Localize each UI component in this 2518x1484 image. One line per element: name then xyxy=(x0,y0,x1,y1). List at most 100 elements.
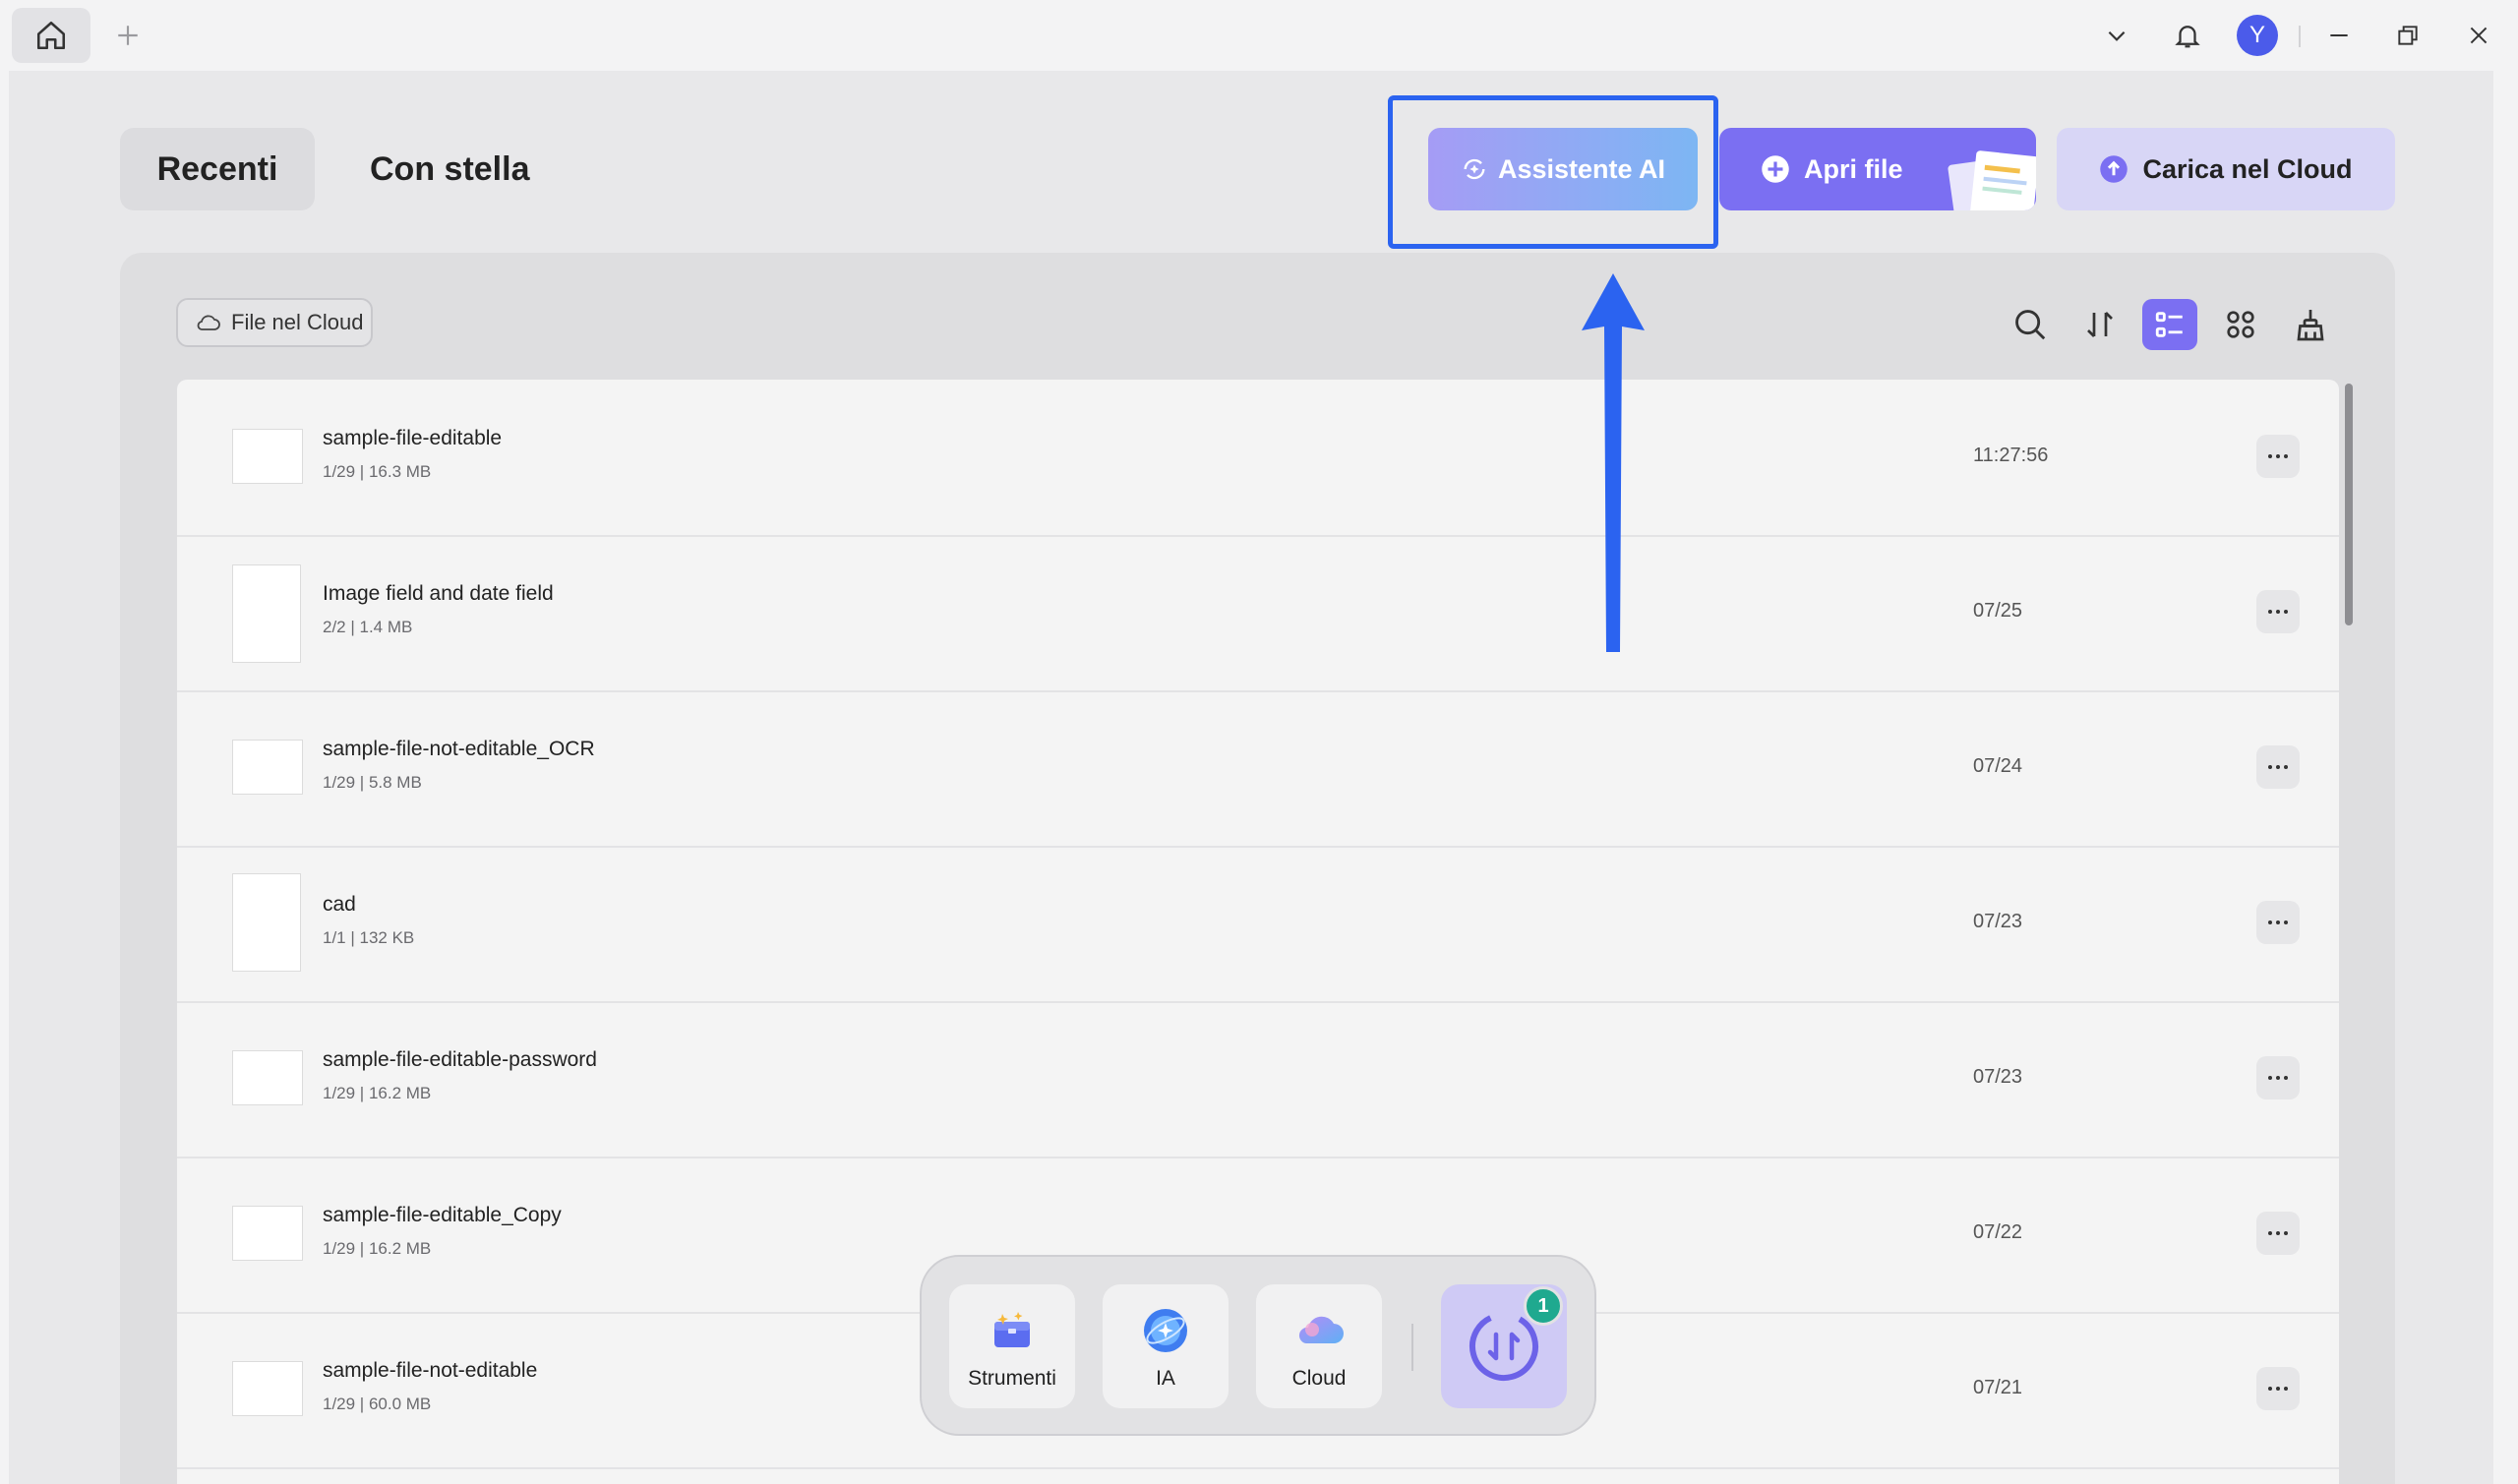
home-icon xyxy=(36,21,66,50)
more-icon xyxy=(2268,1076,2288,1080)
user-avatar[interactable]: Y xyxy=(2237,15,2278,56)
file-name: sample-file-not-editable_OCR xyxy=(323,738,595,760)
open-file-button[interactable]: Apri file xyxy=(1719,128,2036,210)
notifications-button[interactable] xyxy=(2166,14,2209,57)
file-row[interactable]: sample-file-editable-password 1/29 | 16.… xyxy=(177,1001,2339,1158)
dock-tools-button[interactable]: Strumenti xyxy=(949,1284,1075,1408)
more-icon xyxy=(2268,1231,2288,1235)
more-options-button[interactable] xyxy=(2256,435,2300,478)
file-date: 11:27:56 xyxy=(1973,445,2049,466)
dropdown-button[interactable] xyxy=(2095,14,2138,57)
file-thumbnail xyxy=(232,564,301,663)
file-row[interactable]: Image field and date field 2/2 | 1.4 MB … xyxy=(177,535,2339,692)
cloud-color-icon xyxy=(1298,1316,1344,1343)
file-thumbnail xyxy=(232,740,303,795)
more-options-button[interactable] xyxy=(2256,901,2300,944)
search-button[interactable] xyxy=(2003,299,2058,350)
file-date: 07/23 xyxy=(1973,911,2023,932)
more-icon xyxy=(2268,1387,2288,1391)
sort-button[interactable] xyxy=(2072,299,2128,350)
tab-starred[interactable]: Con stella xyxy=(340,128,559,210)
grid-view-icon xyxy=(2227,311,2254,338)
ai-orb-icon xyxy=(1144,1309,1187,1352)
window-border-left xyxy=(0,71,9,1484)
tab-recent[interactable]: Recenti xyxy=(120,128,315,210)
more-options-button[interactable] xyxy=(2256,1367,2300,1410)
file-date: 07/24 xyxy=(1973,755,2023,777)
documents-illustration-icon xyxy=(1948,150,2036,210)
bottom-dock: Strumenti IA Cloud 1 xyxy=(920,1255,1596,1436)
more-icon xyxy=(2268,610,2288,614)
file-thumbnail xyxy=(232,1206,303,1261)
close-button[interactable] xyxy=(2457,14,2500,57)
file-date: 07/23 xyxy=(1973,1066,2023,1088)
file-thumbnail xyxy=(232,873,301,972)
more-options-button[interactable] xyxy=(2256,590,2300,633)
minimize-button[interactable] xyxy=(2317,14,2361,57)
annotation-arrow xyxy=(1582,273,1645,652)
list-view-icon xyxy=(2155,312,2183,337)
file-date: 07/21 xyxy=(1973,1377,2023,1398)
file-name: sample-file-not-editable xyxy=(323,1359,538,1382)
file-date: 07/25 xyxy=(1973,600,2023,622)
highlight-annotation xyxy=(1388,95,1718,249)
more-options-button[interactable] xyxy=(2256,1056,2300,1099)
more-icon xyxy=(2268,920,2288,924)
file-name: Image field and date field xyxy=(323,582,554,605)
plus-icon xyxy=(118,26,138,45)
dock-cloud-button[interactable]: Cloud xyxy=(1256,1284,1382,1408)
title-bar: Y xyxy=(0,0,2518,71)
file-meta: 1/29 | 5.8 MB xyxy=(323,773,422,792)
file-name: cad xyxy=(323,893,356,916)
file-row[interactable]: sample-file-editable 1/29 | 16.3 MB 11:2… xyxy=(177,380,2339,537)
search-icon xyxy=(2015,310,2046,340)
clean-button[interactable] xyxy=(2283,299,2338,350)
close-icon xyxy=(2470,27,2488,44)
home-tab[interactable] xyxy=(12,8,90,63)
plus-circle-icon xyxy=(1762,155,1789,183)
more-icon xyxy=(2268,454,2288,458)
file-thumbnail xyxy=(232,1050,303,1105)
dock-tools-label: Strumenti xyxy=(968,1367,1056,1390)
bell-icon xyxy=(2175,26,2200,48)
more-options-button[interactable] xyxy=(2256,745,2300,789)
cloud-icon xyxy=(197,315,220,330)
file-row[interactable]: cad 1/1 | 132 KB 07/23 xyxy=(177,846,2339,1003)
dock-ai-button[interactable]: IA xyxy=(1103,1284,1229,1408)
file-thumbnail xyxy=(232,429,303,484)
file-name: sample-file-editable xyxy=(323,427,503,449)
chevron-down-icon xyxy=(2108,30,2126,41)
new-tab-button[interactable] xyxy=(108,16,148,55)
file-name: sample-file-editable_Copy xyxy=(323,1204,562,1226)
grid-view-button[interactable] xyxy=(2213,299,2268,350)
file-row[interactable]: sample-file-not-editable_OCR 1/29 | 5.8 … xyxy=(177,690,2339,848)
file-date: 07/22 xyxy=(1973,1221,2023,1243)
file-name: sample-file-editable-password xyxy=(323,1048,597,1071)
file-meta: 1/29 | 16.2 MB xyxy=(323,1239,432,1258)
separator xyxy=(2299,26,2301,47)
sort-icon xyxy=(2087,312,2113,337)
restore-button[interactable] xyxy=(2386,14,2429,57)
more-options-button[interactable] xyxy=(2256,1212,2300,1255)
cloud-files-filter[interactable]: File nel Cloud xyxy=(176,298,373,347)
toolbox-icon xyxy=(994,1312,1030,1347)
cloud-files-label: File nel Cloud xyxy=(231,310,364,334)
dock-cloud-label: Cloud xyxy=(1291,1367,1347,1390)
restore-icon xyxy=(2398,26,2418,45)
upload-cloud-button[interactable]: Carica nel Cloud xyxy=(2057,128,2395,210)
more-icon xyxy=(2268,765,2288,769)
file-meta: 2/2 | 1.4 MB xyxy=(323,618,413,636)
notification-badge: 1 xyxy=(1524,1286,1563,1326)
upload-icon xyxy=(2100,155,2128,183)
broom-icon xyxy=(2297,310,2324,341)
file-meta: 1/29 | 60.0 MB xyxy=(323,1395,432,1413)
file-meta: 1/29 | 16.3 MB xyxy=(323,462,432,481)
file-meta: 1/1 | 132 KB xyxy=(323,928,415,947)
dock-ai-label: IA xyxy=(1156,1367,1175,1390)
dock-separator xyxy=(1411,1324,1413,1371)
window-border-right xyxy=(2493,71,2518,1484)
list-view-button[interactable] xyxy=(2142,299,2197,350)
upload-cloud-label: Carica nel Cloud xyxy=(2142,153,2353,184)
minimize-icon xyxy=(2330,34,2348,36)
scrollbar[interactable] xyxy=(2345,384,2353,625)
